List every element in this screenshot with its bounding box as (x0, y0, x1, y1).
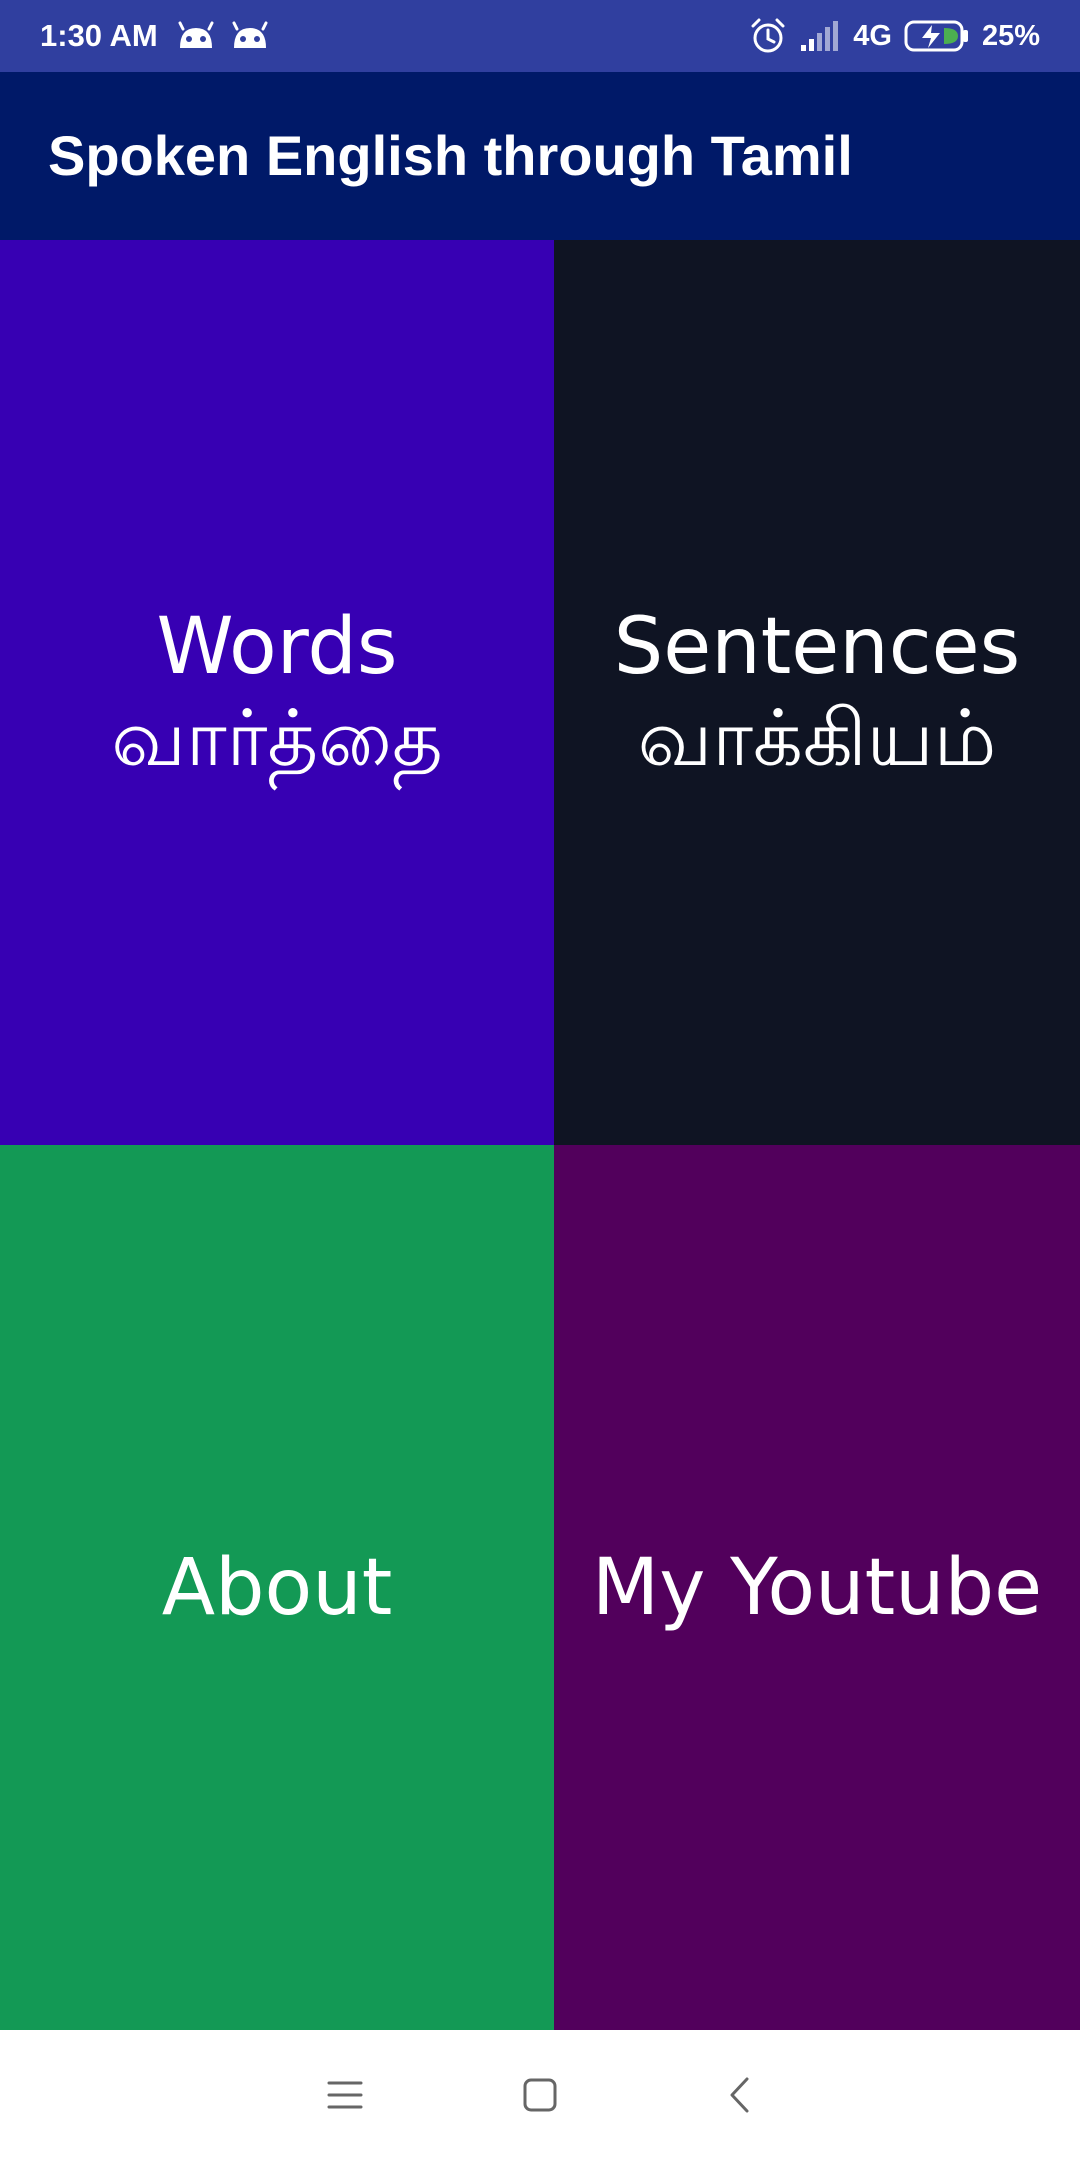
status-bar: 1:30 AM 4G 25% (0, 0, 1080, 72)
network-type: 4G (853, 19, 892, 52)
words-tile[interactable]: Words வார்த்தை (0, 240, 554, 1145)
youtube-label: My Youtube (591, 1542, 1043, 1633)
battery-percent: 25% (981, 19, 1040, 52)
signal-icon (801, 21, 839, 51)
android-notification-icon (178, 21, 214, 48)
youtube-tile[interactable]: My Youtube (554, 1145, 1080, 2030)
sentences-tile[interactable]: Sentences வாக்கியம் (554, 240, 1080, 1145)
menu-button[interactable] (310, 2060, 380, 2130)
about-tile[interactable]: About (0, 1145, 554, 2030)
menu-icon (327, 2081, 363, 2109)
status-time: 1:30 AM (40, 18, 158, 53)
words-label: Words (156, 601, 398, 692)
about-label: About (161, 1542, 393, 1633)
back-icon (730, 2077, 749, 2113)
alarm-icon (751, 18, 785, 53)
app-title: Spoken English through Tamil (48, 124, 853, 187)
words-tamil-label: வார்த்தை (111, 693, 443, 784)
android-notification-icon (232, 21, 268, 48)
home-button[interactable] (505, 2060, 575, 2130)
navigation-bar (0, 2030, 1080, 2160)
sentences-label: Sentences (613, 601, 1021, 692)
battery-charging-icon (904, 20, 968, 52)
sentences-tamil-label: வாக்கியம் (637, 693, 997, 784)
home-icon (523, 2078, 557, 2112)
app-bar: Spoken English through Tamil (0, 72, 1080, 240)
back-button[interactable] (705, 2060, 775, 2130)
